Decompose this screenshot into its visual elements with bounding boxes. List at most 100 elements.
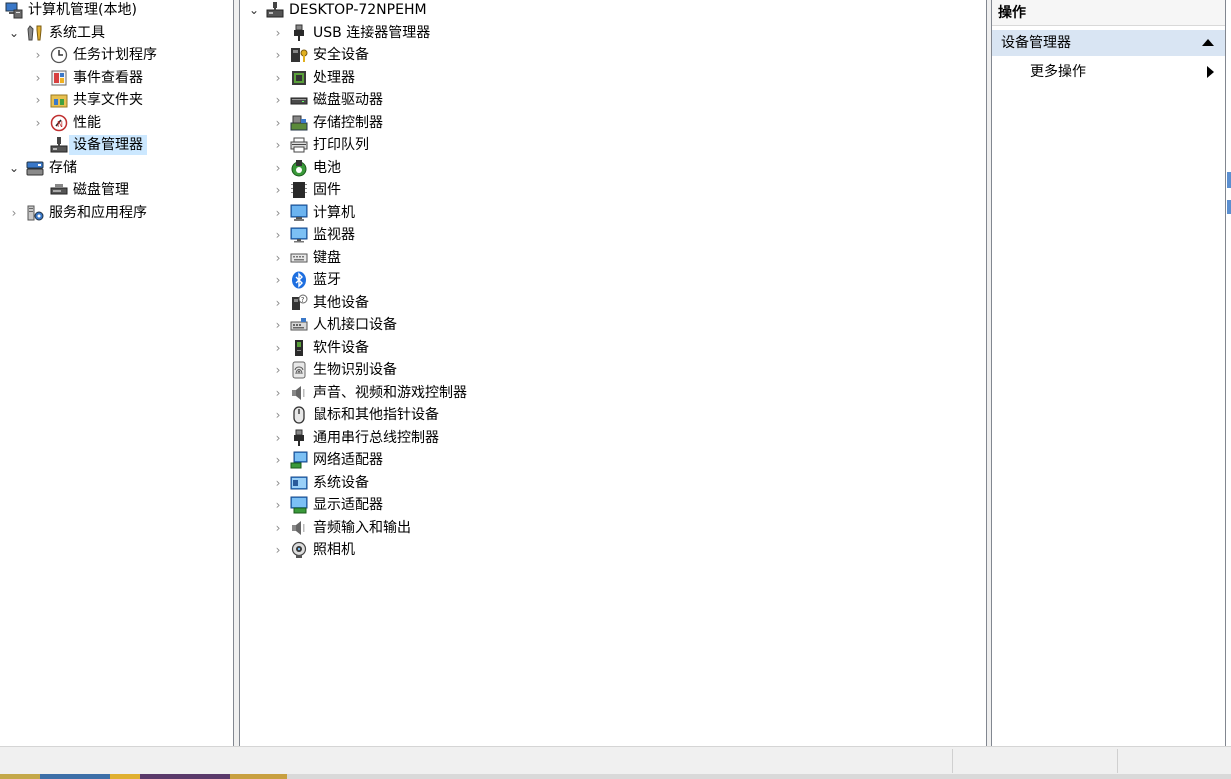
device-category-audio-io[interactable]: › 音频输入和输出	[272, 517, 411, 539]
chevron-right-icon[interactable]: ›	[272, 22, 284, 44]
device-category-software-device[interactable]: › 软件设备	[272, 337, 369, 359]
nav-item-performance[interactable]: › N 性能	[32, 112, 101, 134]
chevron-right-icon[interactable]: ›	[272, 382, 284, 404]
device-category-security-device[interactable]: › 安全设备	[272, 44, 369, 66]
chevron-right-icon[interactable]: ›	[272, 134, 284, 156]
more-actions-item[interactable]: 更多操作	[992, 60, 1225, 84]
chevron-right-icon[interactable]: ›	[272, 89, 284, 111]
device-category-biometric[interactable]: › 生物识别设备	[272, 359, 397, 381]
chevron-right-icon[interactable]: ›	[272, 179, 284, 201]
usb-connector-icon	[290, 24, 308, 42]
collapse-arrow-icon[interactable]	[1202, 39, 1214, 46]
chevron-right-icon[interactable]: ›	[272, 404, 284, 426]
computer-root-icon	[266, 1, 284, 19]
device-category-computer[interactable]: › 计算机	[272, 202, 355, 224]
chevron-right-icon[interactable]: ›	[272, 269, 284, 291]
chevron-down-icon[interactable]: ⌄	[8, 22, 20, 44]
chevron-right-icon[interactable]: ›	[272, 314, 284, 336]
device-category-camera-label: 照相机	[313, 542, 355, 558]
actions-section-device-manager[interactable]: 设备管理器	[992, 30, 1225, 56]
nav-item-event-viewer-label: 事件查看器	[73, 69, 143, 86]
device-category-hid[interactable]: › 人机接口设备	[272, 314, 397, 336]
chevron-right-icon[interactable]: ›	[32, 112, 44, 134]
chevron-right-icon[interactable]: ›	[272, 337, 284, 359]
device-category-network-adapter[interactable]: › 网络适配器	[272, 449, 383, 471]
chevron-right-icon[interactable]: ›	[272, 247, 284, 269]
device-category-disk-drive-label: 磁盘驱动器	[313, 92, 383, 108]
device-category-monitor[interactable]: › 监视器	[272, 224, 355, 246]
status-bar	[0, 746, 1231, 774]
device-category-display-adapter[interactable]: › 显示适配器	[272, 494, 383, 516]
device-category-printer-label: 打印队列	[313, 137, 369, 153]
device-tree-pane[interactable]: ⌄ DESKTOP-72NPEHM › USB 连接器管理器 › 安全设备 › 处理器 › 磁盘驱…	[240, 0, 986, 746]
device-category-usb-connector[interactable]: › USB 连接器管理器	[272, 22, 430, 44]
disk-management-icon	[50, 181, 68, 199]
nav-item-device-manager-label: 设备管理器	[69, 135, 147, 155]
chevron-right-icon[interactable]: ›	[272, 539, 284, 561]
nav-group-system-tools-label: 系统工具	[49, 24, 105, 41]
device-category-storage-controller[interactable]: › 存储控制器	[272, 112, 383, 134]
chevron-down-icon[interactable]: ⌄	[8, 157, 20, 179]
nav-item-disk-management[interactable]: 磁盘管理	[32, 179, 129, 201]
submenu-arrow-icon	[1207, 66, 1214, 78]
services-apps-icon	[26, 204, 44, 222]
keyboard-icon	[290, 249, 308, 267]
no-expander	[32, 179, 44, 201]
nav-group-services-apps[interactable]: › 服务和应用程序	[8, 202, 147, 224]
device-category-sound[interactable]: › 声音、视频和游戏控制器	[272, 382, 467, 404]
performance-icon: N	[50, 114, 68, 132]
device-category-printer[interactable]: › 打印队列	[272, 134, 369, 156]
nav-item-device-manager[interactable]: 设备管理器	[32, 134, 147, 156]
device-category-mouse[interactable]: › 鼠标和其他指针设备	[272, 404, 439, 426]
nav-group-storage-label: 存储	[49, 159, 77, 176]
chevron-right-icon[interactable]: ›	[272, 44, 284, 66]
svg-text:N: N	[57, 120, 63, 129]
chevron-right-icon[interactable]: ›	[272, 472, 284, 494]
chevron-right-icon[interactable]: ›	[272, 517, 284, 539]
device-category-usb-controller[interactable]: › 通用串行总线控制器	[272, 427, 439, 449]
device-category-bluetooth-label: 蓝牙	[313, 272, 341, 288]
device-category-battery[interactable]: › 电池	[272, 157, 341, 179]
device-category-camera[interactable]: › 照相机	[272, 539, 355, 561]
firmware-icon	[290, 181, 308, 199]
nav-group-storage[interactable]: ⌄ 存储	[8, 157, 77, 179]
device-category-system-devices[interactable]: › 系统设备	[272, 472, 369, 494]
device-category-processor-label: 处理器	[313, 69, 355, 86]
device-tree-root[interactable]: ⌄ DESKTOP-72NPEHM	[248, 0, 427, 21]
chevron-right-icon[interactable]: ›	[32, 89, 44, 111]
device-category-firmware[interactable]: › 固件	[272, 179, 341, 201]
chevron-right-icon[interactable]: ›	[32, 44, 44, 66]
software-device-icon	[290, 339, 308, 357]
chevron-right-icon[interactable]: ›	[272, 202, 284, 224]
navigation-pane[interactable]: 计算机管理(本地) ⌄ 系统工具 › 任务计划程序 › 事件查看器 › 共享文件夹 › N 性能 设备管…	[0, 0, 234, 746]
device-category-bluetooth[interactable]: › 蓝牙	[272, 269, 341, 291]
nav-item-event-viewer[interactable]: › 事件查看器	[32, 67, 143, 89]
chevron-right-icon[interactable]: ›	[272, 427, 284, 449]
chevron-right-icon[interactable]: ›	[272, 292, 284, 314]
chevron-down-icon[interactable]: ⌄	[248, 0, 260, 21]
chevron-right-icon[interactable]: ›	[272, 67, 284, 89]
chevron-right-icon[interactable]: ›	[272, 224, 284, 246]
nav-item-shared-folders[interactable]: › 共享文件夹	[32, 89, 143, 111]
device-category-disk-drive[interactable]: › 磁盘驱动器	[272, 89, 383, 111]
mouse-icon	[290, 406, 308, 424]
chevron-right-icon[interactable]: ›	[272, 112, 284, 134]
device-category-display-adapter-label: 显示适配器	[313, 497, 383, 513]
chevron-right-icon[interactable]: ›	[272, 449, 284, 471]
chevron-right-icon[interactable]: ›	[272, 157, 284, 179]
nav-item-task-scheduler[interactable]: › 任务计划程序	[32, 44, 157, 66]
device-category-other-devices[interactable]: ›? 其他设备	[272, 292, 369, 314]
battery-icon	[290, 159, 308, 177]
chevron-right-icon[interactable]: ›	[272, 359, 284, 381]
device-category-processor[interactable]: › 处理器	[272, 67, 355, 89]
nav-group-system-tools[interactable]: ⌄ 系统工具	[8, 22, 105, 44]
chevron-right-icon[interactable]: ›	[32, 67, 44, 89]
usb-controller-icon	[290, 429, 308, 447]
network-adapter-icon	[290, 451, 308, 469]
nav-root-computer-management[interactable]: 计算机管理(本地)	[5, 0, 137, 21]
taskbar-segment	[287, 774, 1231, 779]
nav-item-performance-label: 性能	[73, 114, 101, 131]
chevron-right-icon[interactable]: ›	[8, 202, 20, 224]
chevron-right-icon[interactable]: ›	[272, 494, 284, 516]
device-category-keyboard[interactable]: › 键盘	[272, 247, 341, 269]
